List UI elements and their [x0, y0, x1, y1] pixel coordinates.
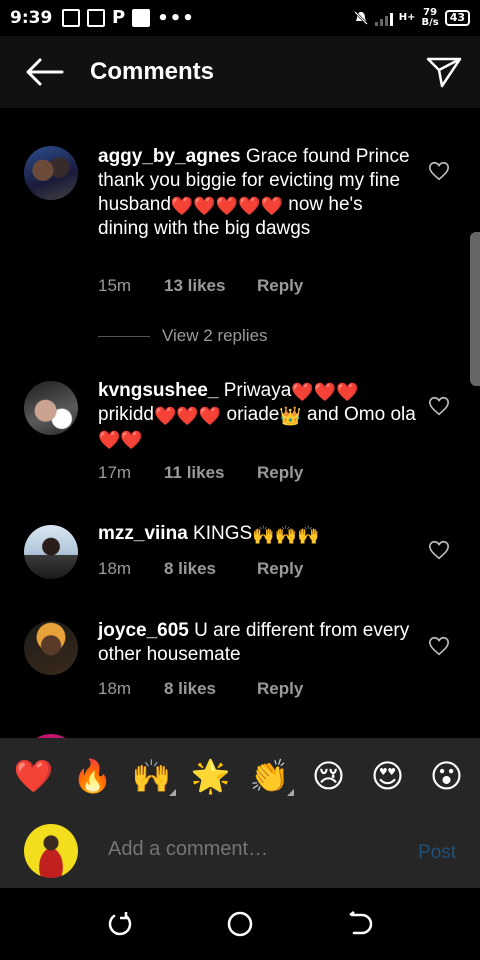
quick-emoji-bar: ❤️ 🔥 🙌 🌟 👏 😢 😍 😮: [0, 738, 480, 814]
hearts-emoji: ❤️❤️❤️: [153, 406, 222, 426]
comments-list[interactable]: aggy_by_agnes Grace found Prince thank y…: [0, 108, 480, 738]
comment-likes[interactable]: 8 likes: [164, 679, 257, 699]
skin-tone-indicator: [168, 789, 176, 796]
hearts-emoji: ❤️❤️❤️❤️❤️: [170, 196, 283, 216]
raised-hands-emoji: 🙌🙌🙌: [252, 525, 320, 545]
status-time: 9:39: [10, 8, 53, 28]
back-nav-icon[interactable]: [346, 910, 374, 938]
page-title: Comments: [90, 58, 215, 85]
signal-icon: [374, 10, 393, 26]
comment-username[interactable]: joyce_605: [98, 620, 189, 641]
avatar[interactable]: [24, 146, 78, 200]
comment-likes[interactable]: 8 likes: [164, 559, 257, 579]
status-system-icons: H+ 79 B/s 43: [353, 8, 470, 28]
avatar[interactable]: [24, 525, 78, 579]
network-type: H+: [398, 12, 416, 23]
comment-composer: Post: [0, 814, 480, 888]
divider: [98, 335, 150, 337]
raised-hands-emoji: 🙌: [131, 757, 172, 795]
scrollbar[interactable]: [470, 232, 480, 386]
battery-icon: 43: [444, 10, 470, 26]
like-heart-icon[interactable]: [428, 635, 450, 657]
like-heart-icon[interactable]: [428, 539, 450, 561]
comment-meta: 15m 13 likes Reply: [98, 276, 303, 296]
emoji-star-button[interactable]: 🌟: [189, 754, 233, 798]
comment-message-cont: oriade: [221, 404, 280, 425]
comment-time: 17m: [98, 463, 132, 482]
network-speed-unit: B/s: [421, 17, 439, 28]
comment-meta: 18m 8 likes Reply: [98, 679, 303, 699]
recent-apps-icon[interactable]: [106, 910, 134, 938]
hearts-emoji: ❤️❤️❤️: [291, 382, 359, 402]
p-app-icon: P: [112, 7, 126, 28]
skin-tone-indicator: [286, 789, 294, 796]
comment-text: joyce_605 U are different from every oth…: [98, 619, 418, 667]
gallery-icon: [62, 9, 80, 27]
comment-input[interactable]: [108, 838, 388, 861]
square-app-icon: [132, 9, 151, 27]
more-dots-icon: •••: [157, 7, 195, 29]
mute-icon: [353, 11, 368, 25]
emoji-cry-button[interactable]: 😢: [307, 754, 351, 798]
avatar: [24, 824, 78, 878]
clapping-hands-emoji: 👏: [249, 757, 290, 795]
paper-plane-icon: [426, 57, 462, 88]
comment-message-cont: prikidd: [98, 404, 154, 425]
comments-header: Comments: [0, 36, 480, 108]
reply-button[interactable]: Reply: [257, 559, 303, 579]
comment-text: aggy_by_agnes Grace found Prince thank y…: [98, 145, 418, 241]
comment-time: 18m: [98, 559, 132, 578]
comment-text: kvngsushee_ Priwaya❤️❤️❤️ prikidd❤️❤️❤️ …: [98, 379, 418, 451]
status-bar: 9:39 P ••• H+ 79 B/s 43: [0, 0, 480, 36]
comment-time: 18m: [98, 679, 132, 698]
system-nav-bar: [0, 888, 480, 960]
hearts-emoji: ❤️❤️: [98, 430, 143, 450]
comment-username[interactable]: kvngsushee_: [98, 380, 218, 401]
back-button[interactable]: [0, 36, 90, 108]
emoji-surprised-button[interactable]: 😮: [425, 754, 469, 798]
comment-text: mzz_viina KINGS🙌🙌🙌: [98, 522, 418, 546]
like-heart-icon[interactable]: [428, 160, 450, 182]
emoji-heart-eyes-button[interactable]: 😍: [366, 754, 410, 798]
post-button[interactable]: Post: [418, 842, 456, 864]
emoji-heart-button[interactable]: ❤️: [12, 754, 56, 798]
comment-meta: 18m 8 likes Reply: [98, 559, 303, 579]
arrow-left-icon: [26, 58, 64, 86]
reply-button[interactable]: Reply: [257, 276, 303, 296]
view-replies-label: View 2 replies: [162, 326, 268, 345]
comment-meta: 17m 11 likes Reply: [98, 463, 303, 483]
comment-message: KINGS: [193, 523, 253, 544]
shopping-bag-icon: [87, 9, 105, 27]
emoji-fire-button[interactable]: 🔥: [71, 754, 115, 798]
emoji-clap-button[interactable]: 👏: [248, 754, 294, 798]
reply-button[interactable]: Reply: [257, 679, 303, 699]
comment-likes[interactable]: 11 likes: [164, 463, 257, 483]
comment-time: 15m: [98, 276, 132, 295]
emoji-raised-hands-button[interactable]: 🙌: [130, 754, 176, 798]
avatar[interactable]: [24, 621, 78, 675]
reply-button[interactable]: Reply: [257, 463, 303, 483]
comment-likes[interactable]: 13 likes: [164, 276, 257, 296]
crown-emoji: 👑: [279, 406, 302, 426]
avatar[interactable]: [24, 381, 78, 435]
home-icon[interactable]: [226, 910, 254, 938]
comment-message-cont: and Omo ola: [301, 404, 416, 425]
comment-message: Priwaya: [223, 380, 292, 401]
comment-username[interactable]: aggy_by_agnes: [98, 146, 241, 167]
network-speed: 79 B/s: [421, 8, 438, 28]
like-heart-icon[interactable]: [428, 395, 450, 417]
view-replies-button[interactable]: View 2 replies: [98, 326, 268, 346]
status-notification-icons: P •••: [62, 8, 195, 29]
comment-username[interactable]: mzz_viina: [98, 523, 188, 544]
share-button[interactable]: [422, 50, 466, 94]
